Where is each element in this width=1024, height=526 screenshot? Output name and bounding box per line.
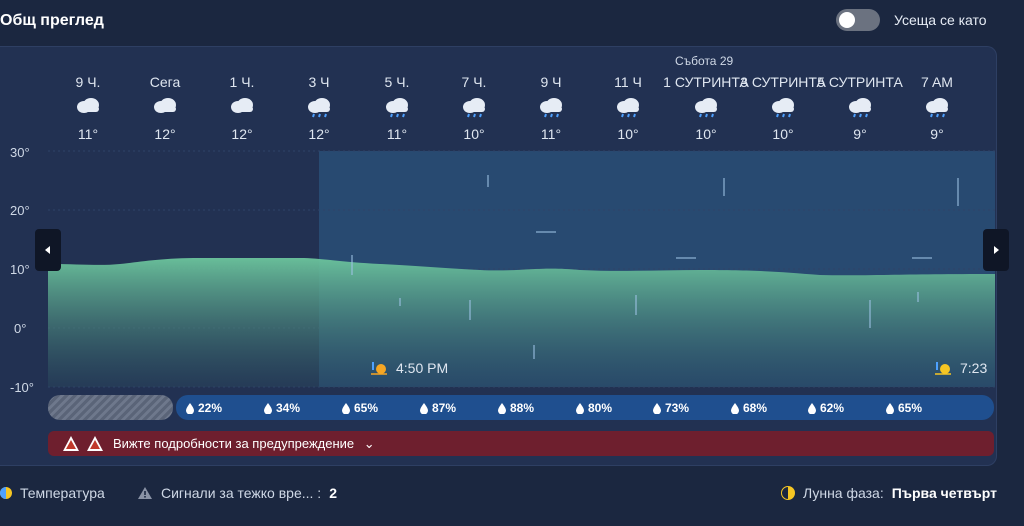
chevron-down-icon: ⌄ [363,436,375,451]
precip-value: 87% [420,401,456,415]
legend-alerts[interactable]: Сигнали за тежко вре... : 2 [137,485,337,501]
legend-moon: Лунна фаза: Първа четвърт [781,485,997,501]
legend-temperature[interactable]: Температура [0,485,105,501]
precip-value: 62% [808,401,844,415]
scroll-right-button[interactable] [983,229,1009,271]
hour-time: 3 Ч [308,74,330,90]
raindrop-icon [420,402,428,414]
sunset-marker: 4:50 PM [370,360,448,376]
precip-value: 65% [342,401,378,415]
raindrop-icon [342,402,350,414]
precip-value: 68% [731,401,767,415]
y-tick: 10° [10,262,30,277]
precip-text: 87% [432,401,457,415]
precip-value: 34% [264,401,300,415]
hour-column: 11 Ч 10° [583,74,673,142]
warning-label: Вижте подробности за предупреждение [113,436,355,451]
day-label: Събота 29 [675,54,734,68]
legend-alerts-label: Сигнали за тежко вре... : [161,485,322,501]
y-tick: 20° [10,203,30,218]
y-tick: 30° [10,145,30,160]
hour-column: 7 AM 9° [892,74,982,142]
hour-time: 11 Ч [614,74,642,90]
precip-text: 80% [588,401,613,415]
precip-text: 68% [743,401,768,415]
precip-hatch [48,395,173,420]
precip-text: 65% [354,401,379,415]
raindrop-icon [731,402,739,414]
hour-temp: 9° [930,126,944,142]
precip-text: 65% [898,401,923,415]
sunrise-icon [935,362,951,375]
hour-temp: 10° [617,126,639,142]
rain-cloud-icon [583,96,673,118]
raindrop-icon [498,402,506,414]
warning-text[interactable]: Вижте подробности за предупреждение ⌄ [113,436,375,452]
legend-temperature-label: Температура [20,485,105,501]
raindrop-icon [264,402,272,414]
raindrop-icon [653,402,661,414]
temperature-area [48,258,995,387]
rain-cloud-icon [274,96,364,118]
raindrop-icon [886,402,894,414]
y-tick: 0° [14,321,27,336]
moon-label: Лунна фаза: [803,485,884,501]
precip-value: 80% [576,401,612,415]
raindrop-icon [808,402,816,414]
hour-time: 7 AM [921,74,953,90]
moon-value: Първа четвърт [891,485,997,501]
raindrop-icon [576,402,584,414]
raindrop-icon [186,402,194,414]
precip-text: 73% [665,401,690,415]
hour-temp: 12° [308,126,330,142]
sunrise-time: 7:23 [960,360,988,376]
y-tick: -10° [10,380,34,395]
legend-alerts-count: 2 [329,485,337,501]
chevron-right-icon [994,246,999,254]
hazard-icon [63,436,103,451]
sunrise-marker: 7:23 [934,360,987,376]
warning-triangle-icon [138,487,152,499]
precip-text: 22% [198,401,223,415]
precip-value: 22% [186,401,222,415]
chevron-left-icon [45,246,50,254]
precip-value: 73% [653,401,689,415]
sunset-time: 4:50 PM [396,360,449,376]
precip-value: 88% [498,401,534,415]
precip-value: 65% [886,401,922,415]
precip-text: 62% [820,401,845,415]
precip-text: 34% [276,401,301,415]
precip-text: 88% [510,401,535,415]
rain-cloud-icon [892,96,982,118]
hour-column: 3 Ч 12° [274,74,364,142]
temperature-legend-icon [0,487,12,499]
scroll-left-button[interactable] [35,229,61,271]
sunset-icon [371,362,387,375]
moon-phase-icon [781,486,795,500]
